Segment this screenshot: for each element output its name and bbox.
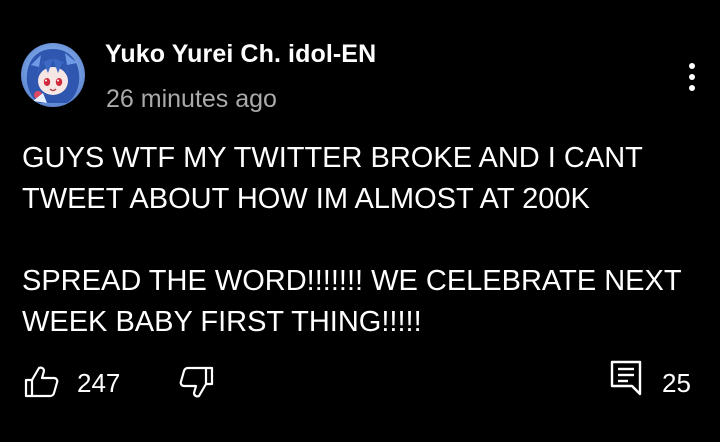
like-button[interactable] (22, 362, 62, 402)
more-vert-icon (689, 63, 695, 91)
like-count: 247 (77, 368, 121, 398)
reply-count: 25 (662, 368, 691, 398)
reply-button[interactable] (608, 358, 644, 398)
thumb-up-icon (24, 366, 59, 398)
dislike-button[interactable] (176, 362, 216, 402)
avatar-image (26, 49, 80, 103)
reply-comment-icon (610, 360, 642, 396)
more-options-button[interactable] (678, 58, 706, 98)
thumb-down-icon (179, 366, 214, 398)
avatar[interactable] (21, 43, 85, 107)
comment-timestamp[interactable]: 26 minutes ago (106, 85, 277, 114)
comment-text: GUYS WTF MY TWITTER BROKE AND I CANT TWE… (22, 142, 682, 338)
comment-author[interactable]: Yuko Yurei Ch. idol-EN (105, 40, 376, 69)
